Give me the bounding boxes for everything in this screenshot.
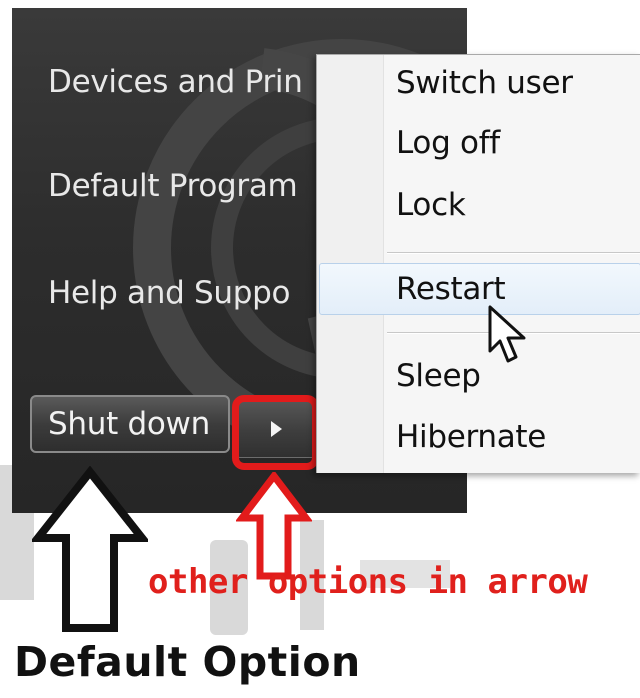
shutdown-options-menu: Switch user Log off Lock Restart Sleep H… <box>316 54 640 473</box>
menu-item-lock[interactable]: Lock <box>396 187 466 223</box>
menu-item-restart[interactable]: Restart <box>396 271 506 307</box>
menu-separator <box>387 252 640 254</box>
start-item-help-and-support[interactable]: Help and Suppo <box>48 275 290 311</box>
red-highlight-box <box>232 395 319 470</box>
start-item-default-programs[interactable]: Default Program <box>48 168 298 204</box>
black-up-arrow-icon <box>32 466 148 632</box>
menu-item-hibernate[interactable]: Hibernate <box>396 419 546 455</box>
mouse-cursor-icon <box>488 305 526 363</box>
menu-item-switch-user[interactable]: Switch user <box>396 65 573 101</box>
start-item-devices-and-printers[interactable]: Devices and Prin <box>48 64 303 100</box>
annotation-other-options: other options in arrow <box>148 562 588 602</box>
menu-item-sleep[interactable]: Sleep <box>396 358 481 394</box>
annotation-default-option: Default Option <box>14 638 361 686</box>
menu-item-log-off[interactable]: Log off <box>396 125 500 161</box>
shutdown-button[interactable]: Shut down <box>30 395 230 453</box>
